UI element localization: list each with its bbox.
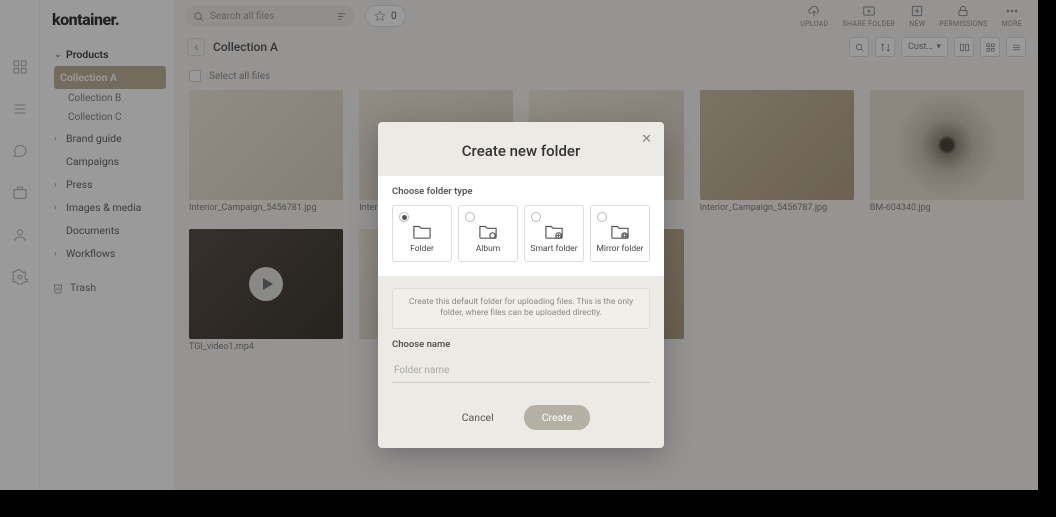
create-button[interactable]: Create [524,405,591,430]
folder-type-mirror[interactable]: Mirror folder [590,205,650,262]
create-folder-modal: ✕ Create new folder Choose folder type F… [378,122,664,448]
folder-type-folder[interactable]: Folder [392,205,452,262]
close-icon[interactable]: ✕ [641,132,652,147]
type-label: Album [476,245,501,255]
radio[interactable] [597,212,607,222]
mirror-folder-icon [609,222,631,240]
folder-type-smart[interactable]: Smart folder [524,205,584,262]
folder-icon [411,222,433,240]
cancel-button[interactable]: Cancel [452,405,504,430]
folder-type-album[interactable]: Album [458,205,518,262]
type-label: Mirror folder [596,245,643,255]
album-icon [477,222,499,240]
smart-folder-icon [543,222,565,240]
folder-name-input[interactable] [392,359,650,383]
radio[interactable] [465,212,475,222]
type-label: Smart folder [530,245,577,255]
radio[interactable] [531,212,541,222]
type-description: Create this default folder for uploading… [392,288,650,329]
choose-name-label: Choose name [392,339,650,350]
choose-type-label: Choose folder type [392,186,650,197]
type-label: Folder [410,245,434,255]
radio-selected[interactable] [399,212,409,222]
modal-title: Create new folder [378,136,664,176]
